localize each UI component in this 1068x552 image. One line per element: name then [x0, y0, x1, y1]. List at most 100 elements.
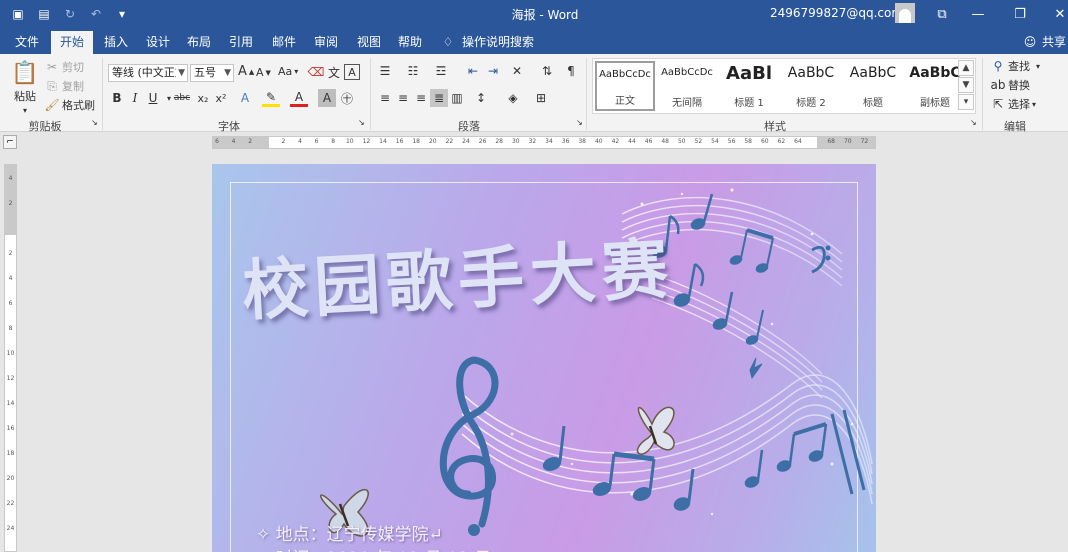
styles-scroll-up-icon[interactable]: ▲ — [958, 60, 974, 76]
ruler-tick: 18 — [6, 450, 15, 457]
save-as-icon[interactable]: ▤ — [34, 4, 54, 24]
undo-icon[interactable]: ↶ — [86, 4, 106, 24]
bullets-icon[interactable]: ☰ — [376, 62, 394, 80]
ruler-tick: 14 — [6, 400, 15, 407]
line-spacing-icon[interactable]: ↕ — [472, 89, 490, 107]
vertical-ruler[interactable]: 4 2 2 4 6 8 10 12 14 16 18 20 22 24 — [4, 164, 17, 552]
justify-icon[interactable]: ≣ — [430, 89, 448, 107]
tab-selector-icon[interactable]: ⌐ — [3, 135, 17, 149]
style-heading-2[interactable]: AaBbC 标题 2 — [781, 61, 841, 111]
increase-indent-icon[interactable]: ⇥ — [484, 62, 502, 80]
numbering-icon[interactable]: ☷ — [404, 62, 422, 80]
replace-button[interactable]: ab 替换 — [990, 77, 1031, 93]
copy-button[interactable]: ⎘ 复制 — [44, 78, 84, 94]
ruler-tick: 70 — [843, 138, 852, 145]
select-button[interactable]: ⇱ 选择 ▾ — [990, 96, 1036, 112]
tab-view[interactable]: 视图 — [348, 31, 390, 54]
ruler-tick: 24 — [6, 525, 15, 532]
tab-home[interactable]: 开始 — [51, 31, 94, 54]
tell-me-search[interactable]: ♢ 操作说明搜索 — [440, 31, 534, 54]
chinese-layout-icon[interactable]: ✕ — [508, 62, 526, 80]
dialog-launcher-icon[interactable]: ↘ — [358, 118, 365, 127]
clear-format-button[interactable]: ⌫ — [308, 64, 325, 80]
style-name: 无间隔 — [672, 98, 702, 109]
tab-references[interactable]: 引用 — [220, 31, 262, 54]
align-left-icon[interactable]: ≡ — [376, 89, 394, 107]
subscript-button[interactable]: x₂ — [194, 89, 212, 107]
poster-time[interactable]: ✧ 时间：2020 年 12 月 12 日↵ — [256, 544, 505, 552]
style-normal[interactable]: AaBbCcDc 正文 — [595, 61, 655, 111]
style-title[interactable]: AaBbC 标题 — [843, 61, 903, 111]
minimize-icon[interactable]: — — [958, 0, 998, 28]
dialog-launcher-icon[interactable]: ↘ — [576, 118, 583, 127]
character-shading-icon[interactable]: A — [318, 89, 336, 107]
cut-button[interactable]: ✂ 剪切 — [44, 59, 84, 75]
find-button[interactable]: ⚲ 查找 ▾ — [990, 58, 1040, 74]
show-marks-icon[interactable]: ¶ — [562, 62, 580, 80]
grow-font-button[interactable]: A ▲ — [238, 64, 254, 79]
tab-insert[interactable]: 插入 — [95, 31, 137, 54]
user-account[interactable]: 2496799827@qq.com — [770, 6, 903, 20]
find-label: 查找 — [1008, 60, 1030, 73]
redo-icon[interactable]: ↻ — [60, 4, 80, 24]
close-icon[interactable]: ✕ — [1040, 0, 1068, 28]
tab-review[interactable]: 审阅 — [305, 31, 347, 54]
treble-clef — [439, 356, 499, 536]
shrink-font-button[interactable]: A ▼ — [256, 66, 271, 79]
enclose-characters-icon[interactable]: ㊉ — [338, 89, 356, 107]
font-size-select[interactable]: 五号 ▼ — [190, 64, 234, 82]
styles-scroll-down-icon[interactable]: ▼ — [958, 77, 974, 93]
shading-icon[interactable]: ◈ — [504, 89, 522, 107]
select-label: 选择 — [1008, 98, 1030, 111]
bold-button[interactable]: B — [108, 89, 126, 107]
distributed-icon[interactable]: ▥ — [448, 89, 466, 107]
strikethrough-button[interactable]: abc — [172, 89, 192, 107]
align-right-icon[interactable]: ≡ — [412, 89, 430, 107]
align-center-icon[interactable]: ≡ — [394, 89, 412, 107]
shrink-font-label: A — [256, 66, 264, 79]
ruler-tick: 30 — [511, 138, 520, 145]
avatar[interactable] — [895, 3, 915, 23]
highlight-icon[interactable]: ✎ — [262, 89, 280, 107]
person-icon: ☺ — [1023, 35, 1037, 49]
style-no-spacing[interactable]: AaBbCcDc 无间隔 — [657, 61, 717, 111]
style-subtitle[interactable]: AaBbC 副标题 — [905, 61, 965, 111]
decrease-indent-icon[interactable]: ⇤ — [464, 62, 482, 80]
font-color-icon[interactable]: A — [290, 89, 308, 107]
font-family-select[interactable]: 等线 (中文正文)▼ — [108, 64, 188, 82]
restore-icon[interactable]: ❐ — [1000, 0, 1040, 28]
style-name: 正文 — [615, 96, 635, 107]
document-page[interactable]: 校园歌手大赛 ✧ 地点：辽宁传媒学院↵ ✧ 时间：2020 年 12 月 12 … — [212, 164, 876, 552]
ruler-tick: 18 — [412, 138, 420, 145]
ruler-tick: 16 — [6, 425, 15, 432]
multilevel-list-icon[interactable]: ☲ — [432, 62, 450, 80]
phonetic-guide-button[interactable]: 文 — [326, 64, 342, 80]
share-button[interactable]: ☺ 共享 — [1022, 31, 1066, 54]
customize-qat-icon[interactable]: ▾ — [112, 4, 132, 24]
borders-icon[interactable]: ⊞ — [532, 89, 550, 107]
dialog-launcher-icon[interactable]: ↘ — [91, 118, 98, 127]
tab-layout[interactable]: 布局 — [178, 31, 220, 54]
ruler-tick: 4 — [231, 138, 236, 145]
text-effects-icon[interactable]: A — [236, 89, 254, 107]
tab-file[interactable]: 文件 — [6, 31, 48, 54]
tab-mailings[interactable]: 邮件 — [263, 31, 305, 54]
style-heading-1[interactable]: AaBl 标题 1 — [719, 61, 779, 111]
tab-help[interactable]: 帮助 — [389, 31, 431, 54]
poster-location[interactable]: ✧ 地点：辽宁传媒学院↵ — [256, 520, 443, 545]
paste-button[interactable]: 📋 粘贴 ▾ — [10, 60, 40, 116]
tab-design[interactable]: 设计 — [137, 31, 179, 54]
sort-icon[interactable]: ⇅ — [538, 62, 556, 80]
styles-more-icon[interactable]: ▾ — [958, 94, 974, 110]
character-border-button[interactable]: A — [344, 64, 360, 80]
italic-button[interactable]: I — [126, 89, 144, 107]
ruler-tick: 8 — [331, 138, 336, 145]
superscript-button[interactable]: x² — [212, 89, 230, 107]
horizontal-ruler[interactable]: 6 4 2 2 4 6 8 10 12 14 16 18 20 22 24 26 28 30 32 34 36 38 40 4… — [212, 136, 876, 149]
ruler-tick: 58 — [744, 138, 752, 145]
change-case-button[interactable]: Aa ▾ — [278, 65, 298, 78]
ribbon-display-icon[interactable]: ⧉ — [922, 0, 962, 28]
format-painter-button[interactable]: 🖌 格式刷 — [44, 97, 95, 113]
save-icon[interactable]: ▣ — [8, 4, 28, 24]
dialog-launcher-icon[interactable]: ↘ — [970, 118, 977, 127]
